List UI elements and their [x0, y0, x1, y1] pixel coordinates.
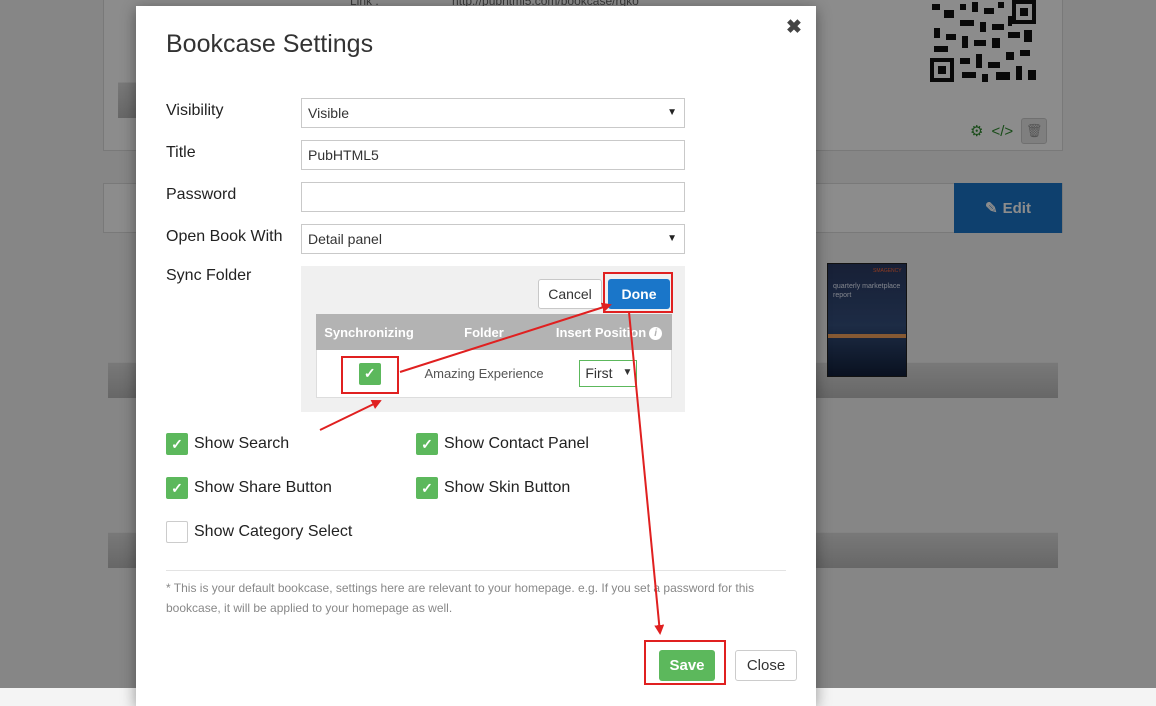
- synchronizing-checkbox[interactable]: ✓: [358, 362, 381, 385]
- default-bookcase-note: * This is your default bookcase, setting…: [166, 581, 755, 615]
- table-row: ✓ Amazing Experience First ▼: [316, 350, 672, 398]
- show-share-button-option[interactable]: ✓ Show Share Button: [166, 477, 332, 499]
- show-contact-panel-checkbox[interactable]: ✓: [416, 433, 438, 455]
- title-input[interactable]: PubHTML5: [301, 140, 685, 170]
- synchronizing-cell: ✓: [317, 362, 422, 385]
- sync-folder-panel: Cancel Done Synchronizing Folder Insert …: [301, 266, 685, 412]
- show-share-button-checkbox[interactable]: ✓: [166, 477, 188, 499]
- show-contact-panel-option[interactable]: ✓ Show Contact Panel: [416, 433, 589, 455]
- sync-folder-label: Sync Folder: [166, 267, 252, 284]
- sync-done-button[interactable]: Done: [608, 279, 670, 309]
- visibility-label: Visibility: [166, 102, 224, 119]
- column-header: Folder: [464, 324, 504, 340]
- option-label: Show Contact Panel: [444, 435, 589, 452]
- show-search-checkbox[interactable]: ✓: [166, 433, 188, 455]
- close-icon[interactable]: ✖: [786, 16, 802, 39]
- option-label: Show Category Select: [194, 523, 353, 540]
- save-button[interactable]: Save: [659, 650, 715, 681]
- sync-cancel-button[interactable]: Cancel: [538, 279, 602, 309]
- password-label: Password: [166, 186, 237, 203]
- option-label: Show Skin Button: [444, 479, 571, 496]
- column-header-label: Insert Position: [555, 324, 647, 340]
- table-header: Synchronizing Folder Insert Position i: [316, 314, 672, 350]
- folder-name: Amazing Experience: [424, 365, 544, 381]
- show-category-select-option[interactable]: Show Category Select: [166, 521, 352, 543]
- sync-folder-table: Synchronizing Folder Insert Position i ✓ …: [316, 314, 672, 398]
- visibility-select[interactable]: Visible ▼: [301, 98, 685, 128]
- show-category-select-checkbox[interactable]: [166, 521, 188, 543]
- password-input[interactable]: [301, 182, 685, 212]
- open-book-with-label: Open Book With: [166, 228, 283, 245]
- insert-position-cell: First ▼: [546, 360, 671, 387]
- info-icon[interactable]: i: [649, 326, 663, 340]
- divider: [166, 570, 786, 571]
- open-book-with-value: Detail panel: [308, 231, 382, 247]
- caret-down-icon: ▼: [667, 107, 677, 118]
- title-value: PubHTML5: [308, 147, 379, 163]
- option-label: Show Search: [194, 435, 290, 452]
- insert-position-value: First: [585, 365, 613, 381]
- title-label: Title: [166, 144, 196, 161]
- column-header: Synchronizing: [324, 324, 414, 340]
- close-button[interactable]: Close: [735, 650, 797, 681]
- option-label: Show Share Button: [194, 479, 332, 496]
- insert-position-select[interactable]: First ▼: [579, 360, 638, 387]
- bookcase-settings-modal: Bookcase Settings ✖ Visibility Visible ▼…: [136, 6, 816, 706]
- show-skin-button-option[interactable]: ✓ Show Skin Button: [416, 477, 570, 499]
- caret-down-icon: ▼: [667, 233, 677, 244]
- caret-down-icon: ▼: [622, 367, 633, 378]
- column-header: Insert Position i: [546, 325, 672, 340]
- open-book-with-select[interactable]: Detail panel ▼: [301, 224, 685, 254]
- show-skin-button-checkbox[interactable]: ✓: [416, 477, 438, 499]
- modal-title: Bookcase Settings: [166, 30, 374, 58]
- visibility-value: Visible: [308, 105, 349, 121]
- show-search-option[interactable]: ✓ Show Search: [166, 433, 289, 455]
